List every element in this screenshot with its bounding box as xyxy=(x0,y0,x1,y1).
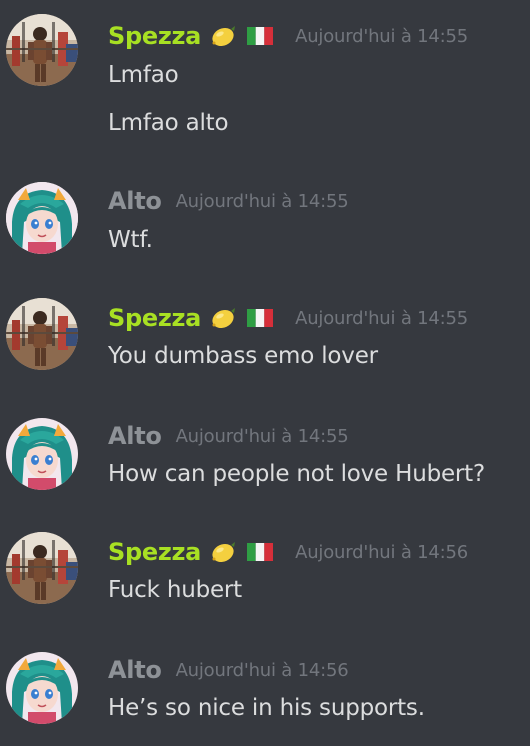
timestamp: Aujourd'hui à 14:55 xyxy=(295,307,469,329)
username-spezza[interactable]: Spezza xyxy=(108,304,201,332)
avatar-alto[interactable] xyxy=(6,182,78,254)
message-header: Alto Aujourd'hui à 14:55 xyxy=(108,184,349,218)
avatar-alto-image xyxy=(6,418,78,490)
message-header: Alto Aujourd'hui à 14:55 xyxy=(108,419,349,453)
message-header: Spezza Aujourd'hui à 14:55 xyxy=(108,301,468,335)
message-text: Wtf. xyxy=(108,227,153,253)
italy-flag-icon xyxy=(247,543,274,561)
avatar-alto[interactable] xyxy=(6,418,78,490)
message-text: Fuck hubert xyxy=(108,577,243,603)
avatar-alto-image xyxy=(6,182,78,254)
username-alto[interactable]: Alto xyxy=(108,187,162,215)
chat-messages: Spezza Aujourd'hui à 14:55 Lmfao Lmfao a xyxy=(0,0,530,746)
timestamp: Aujourd'hui à 14:56 xyxy=(175,659,349,681)
lemon-icon xyxy=(209,540,237,564)
username-alto[interactable]: Alto xyxy=(108,656,162,684)
timestamp: Aujourd'hui à 14:55 xyxy=(295,25,469,47)
avatar-spezza[interactable] xyxy=(6,532,78,604)
message-text: How can people not love Hubert? xyxy=(108,461,486,487)
avatar-spezza-image xyxy=(6,298,78,370)
message-text: You dumbass emo lover xyxy=(108,343,378,369)
message-text: He’s so nice in his supports. xyxy=(108,695,425,721)
avatar-spezza[interactable] xyxy=(6,14,78,86)
message-header: Spezza Aujourd'hui à 14:55 xyxy=(108,19,468,53)
username-alto[interactable]: Alto xyxy=(108,422,162,450)
message-text: Lmfao xyxy=(108,62,179,88)
timestamp: Aujourd'hui à 14:55 xyxy=(175,425,349,447)
message-header: Spezza Aujourd'hui à 14:56 xyxy=(108,535,468,569)
avatar-alto[interactable] xyxy=(6,652,78,724)
avatar-spezza-image xyxy=(6,532,78,604)
message-header: Alto Aujourd'hui à 14:56 xyxy=(108,653,349,687)
username-spezza[interactable]: Spezza xyxy=(108,22,201,50)
timestamp: Aujourd'hui à 14:55 xyxy=(175,190,349,212)
lemon-icon xyxy=(209,24,237,48)
timestamp: Aujourd'hui à 14:56 xyxy=(295,541,469,563)
username-spezza[interactable]: Spezza xyxy=(108,538,201,566)
avatar-spezza[interactable] xyxy=(6,298,78,370)
message-text: Lmfao alto xyxy=(108,110,229,136)
italy-flag-icon xyxy=(247,27,274,45)
lemon-icon xyxy=(209,306,237,330)
avatar-spezza-image xyxy=(6,14,78,86)
avatar-alto-image xyxy=(6,652,78,724)
italy-flag-icon xyxy=(247,309,274,327)
